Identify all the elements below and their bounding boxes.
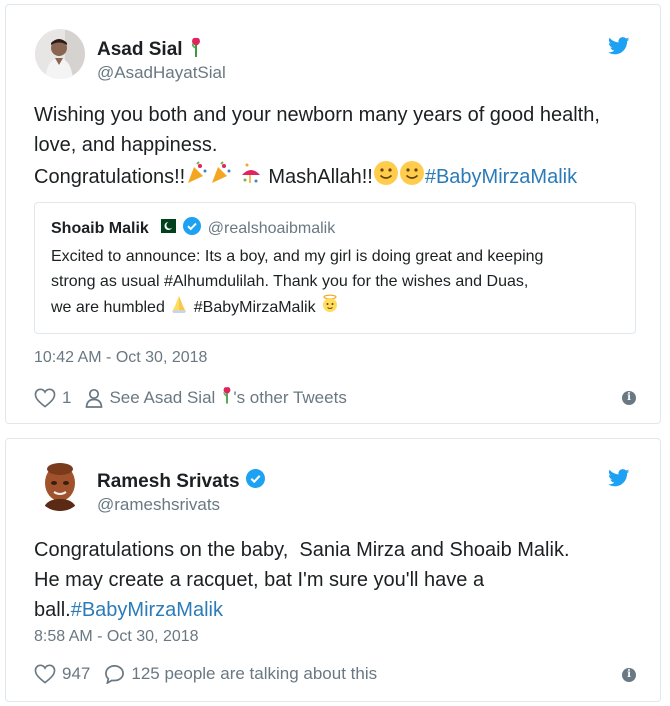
verified-badge-icon <box>245 469 265 494</box>
baby-angel-icon <box>320 294 340 322</box>
avatar[interactable] <box>35 461 85 511</box>
twitter-bird-icon[interactable] <box>608 469 630 487</box>
author-handle[interactable]: @AsadHayatSial <box>97 63 226 83</box>
party-popper-icon <box>185 161 209 194</box>
speech-bubble-icon <box>105 665 125 684</box>
quoted-tweet[interactable]: Shoaib Malik @realshoaibmalik Excited to… <box>34 202 636 334</box>
heart-icon <box>34 664 56 684</box>
twitter-bird-icon[interactable] <box>608 37 630 55</box>
like-count: 947 <box>62 664 91 683</box>
flower-emoji-icon <box>189 37 203 63</box>
verified-badge-icon <box>182 217 201 240</box>
tweet-timestamp[interactable]: 10:42 AM - Oct 30, 2018 <box>34 349 207 367</box>
tweet-card-asad-sial: Asad Sial @AsadHayatSial Wishing you bot… <box>5 4 661 424</box>
like-button[interactable]: 1 <box>34 388 71 408</box>
author-handle[interactable]: @rameshsrivats <box>97 495 220 515</box>
person-icon <box>86 388 103 408</box>
quoted-author-name: Shoaib Malik <box>51 219 149 237</box>
tweet-actions: 947 125 people are talking about this <box>34 664 391 684</box>
tweet-text: Wishing you both and your newborn many y… <box>34 100 600 195</box>
avatar[interactable] <box>35 29 85 79</box>
slightly-smiling-face-icon <box>373 160 399 195</box>
quoted-author-handle: @realshoaibmalik <box>207 219 336 237</box>
party-popper-icon <box>209 161 233 194</box>
talking-about-link[interactable]: 125 people are talking about this <box>104 664 377 684</box>
heart-icon <box>34 388 56 408</box>
tweet-card-ramesh-srivats: Ramesh Srivats @rameshsrivats Congratula… <box>5 438 661 702</box>
author-name[interactable]: Asad Sial <box>97 37 203 63</box>
hashtag-link[interactable]: #BabyMirzaMalik <box>425 166 577 188</box>
info-icon[interactable]: i <box>622 391 636 405</box>
pakistan-flag-icon <box>155 219 176 238</box>
folded-hands-icon <box>169 294 189 322</box>
like-count: 1 <box>62 387 72 407</box>
flower-emoji-icon <box>221 386 233 409</box>
tweet-actions: 1 See Asad Sial 's other Tweets <box>34 386 361 409</box>
see-other-tweets-link[interactable]: See Asad Sial 's other Tweets <box>85 386 347 409</box>
tweet-timestamp[interactable]: 8:58 AM - Oct 30, 2018 <box>34 628 199 646</box>
like-button[interactable]: 947 <box>34 664 90 684</box>
hashtag-link[interactable]: #BabyMirzaMalik <box>71 599 223 621</box>
confetti-ball-icon <box>239 161 263 194</box>
tweet-text: Congratulations on the baby, Sania Mirza… <box>34 539 570 621</box>
quoted-tweet-text: Excited to announce: Its a boy, and my g… <box>51 244 543 322</box>
author-name[interactable]: Ramesh Srivats <box>97 469 265 494</box>
slightly-smiling-face-icon <box>399 160 425 195</box>
info-icon[interactable]: i <box>622 668 636 682</box>
